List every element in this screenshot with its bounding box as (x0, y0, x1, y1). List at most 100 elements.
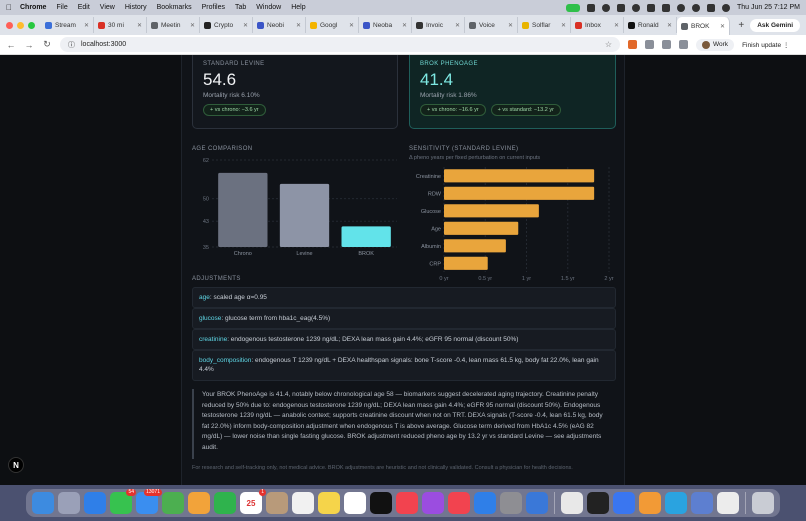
downloads-icon[interactable] (679, 40, 688, 49)
tv-icon[interactable] (370, 492, 392, 514)
screen-icon[interactable] (586, 3, 595, 12)
tab-close-icon[interactable]: ✕ (455, 22, 460, 29)
finish-update-button[interactable]: Finish update ⋮ (742, 41, 789, 49)
battery-icon[interactable] (661, 3, 670, 12)
search-icon[interactable] (691, 3, 700, 12)
settings-icon[interactable] (500, 492, 522, 514)
tab-close-icon[interactable]: ✕ (349, 22, 354, 29)
extensions-icon[interactable] (645, 40, 654, 49)
forward-icon[interactable]: → (24, 40, 34, 50)
browser-tab[interactable]: Ronald ✕ (624, 17, 677, 33)
facetime-status-icon[interactable] (565, 3, 580, 12)
freeform-icon[interactable] (344, 492, 366, 514)
menu-edit[interactable]: Edit (78, 4, 90, 11)
nextjs-dev-badge[interactable]: N (8, 457, 24, 473)
tab-close-icon[interactable]: ✕ (190, 22, 195, 29)
tab-close-icon[interactable]: ✕ (243, 22, 248, 29)
browser-tab[interactable]: Meetin ✕ (147, 17, 200, 33)
photos-icon[interactable] (188, 492, 210, 514)
trash-icon[interactable] (752, 492, 774, 514)
new-tab-button[interactable]: + (732, 20, 750, 31)
browser-tab[interactable]: 30 mi ✕ (94, 17, 147, 33)
menu-app-name[interactable]: Chrome (20, 4, 46, 11)
sparkle-icon[interactable] (601, 3, 610, 12)
metamask-extension-icon[interactable] (628, 40, 637, 49)
finder-drive-icon[interactable] (691, 492, 713, 514)
site-info-icon[interactable]: ⓘ (68, 40, 75, 50)
zoom-window-button[interactable] (28, 21, 35, 29)
messages-icon[interactable]: 54 (110, 489, 136, 514)
browser-tab[interactable]: Invoic ✕ (412, 17, 465, 33)
menu-profiles[interactable]: Profiles (202, 4, 225, 11)
podcasts-icon[interactable] (422, 492, 444, 514)
tab-close-icon[interactable]: ✕ (508, 22, 513, 29)
news-icon[interactable] (448, 492, 470, 514)
music-icon[interactable] (396, 492, 418, 514)
bookmark-star-icon[interactable]: ☆ (605, 40, 612, 49)
tab-close-icon[interactable]: ✕ (667, 22, 672, 29)
mail-icon[interactable]: 13071 (136, 489, 162, 514)
terminal-icon[interactable] (587, 492, 609, 514)
calendar-icon[interactable]: 25 1 (240, 489, 266, 514)
control-center-icon[interactable] (706, 3, 715, 12)
apple-icon[interactable]:  (6, 3, 12, 12)
browser-tab[interactable]: Voice ✕ (465, 17, 518, 33)
tab-close-icon[interactable]: ✕ (402, 22, 407, 29)
tab-close-icon[interactable]: ✕ (614, 22, 619, 29)
finder-icon[interactable] (32, 492, 54, 514)
extension-icon[interactable] (616, 3, 625, 12)
launchpad-icon[interactable] (58, 492, 80, 514)
browser-tab[interactable]: Stream ✕ (41, 17, 94, 33)
profile-button[interactable]: Work (696, 38, 735, 51)
notes-icon[interactable] (318, 492, 340, 514)
telegram-icon[interactable] (665, 492, 687, 514)
facetime-icon[interactable] (214, 492, 236, 514)
app-store-icon[interactable] (474, 492, 496, 514)
browser-tab[interactable]: Solflar ✕ (518, 17, 571, 33)
tab-close-icon[interactable]: ✕ (84, 22, 89, 29)
sublime-icon[interactable] (639, 492, 661, 514)
wifi-icon[interactable] (676, 3, 685, 12)
menu-help[interactable]: Help (291, 4, 305, 11)
tab-close-icon[interactable]: ✕ (137, 22, 142, 29)
back-icon[interactable]: ← (6, 40, 16, 50)
ask-gemini-button[interactable]: Ask Gemini (750, 18, 800, 32)
signal-icon[interactable] (613, 492, 635, 514)
browser-tab[interactable]: Neobi ✕ (253, 17, 306, 33)
minimize-window-button[interactable] (17, 21, 24, 29)
menu-clock[interactable]: Thu Jun 25 7:12 PM (737, 4, 800, 11)
menu-history[interactable]: History (125, 4, 147, 11)
chrome-icon[interactable] (561, 492, 583, 514)
tab-close-icon[interactable]: ✕ (561, 22, 566, 29)
browser-tab[interactable]: Googl ✕ (306, 17, 359, 33)
contacts-icon[interactable] (266, 492, 288, 514)
menu-window[interactable]: Window (256, 4, 281, 11)
tab-label: BROK (691, 22, 710, 30)
sidepanel-icon[interactable] (662, 40, 671, 49)
siri-icon[interactable] (721, 3, 730, 12)
github-icon[interactable] (717, 492, 739, 514)
tab-close-icon[interactable]: ✕ (296, 22, 301, 29)
menu-view[interactable]: View (100, 4, 115, 11)
close-window-button[interactable] (6, 21, 13, 29)
browser-tab[interactable]: Inbox ✕ (571, 17, 624, 33)
reminders-icon[interactable] (292, 492, 314, 514)
safari-icon[interactable] (84, 492, 106, 514)
menu-tab[interactable]: Tab (235, 4, 246, 11)
preview-icon[interactable] (526, 492, 548, 514)
reload-icon[interactable]: ↻ (42, 39, 52, 50)
address-bar[interactable]: ⓘ localhost:3000 ☆ (60, 37, 620, 52)
tab-close-icon[interactable]: ✕ (720, 23, 725, 30)
timer-icon[interactable] (631, 3, 640, 12)
maps-icon[interactable] (162, 492, 184, 514)
menu-bookmarks[interactable]: Bookmarks (157, 4, 192, 11)
menu-file[interactable]: File (56, 4, 67, 11)
browser-tab[interactable]: Crypto ✕ (200, 17, 253, 33)
url-text[interactable]: localhost:3000 (81, 41, 126, 48)
y-tick-label: 43 (203, 219, 209, 225)
browser-tab[interactable]: Neoba ✕ (359, 17, 412, 33)
browser-tab[interactable]: BROK ✕ (677, 17, 730, 35)
adjustment-key: age (199, 294, 210, 301)
play-icon[interactable] (646, 3, 655, 12)
tab-favicon-icon (522, 21, 529, 29)
